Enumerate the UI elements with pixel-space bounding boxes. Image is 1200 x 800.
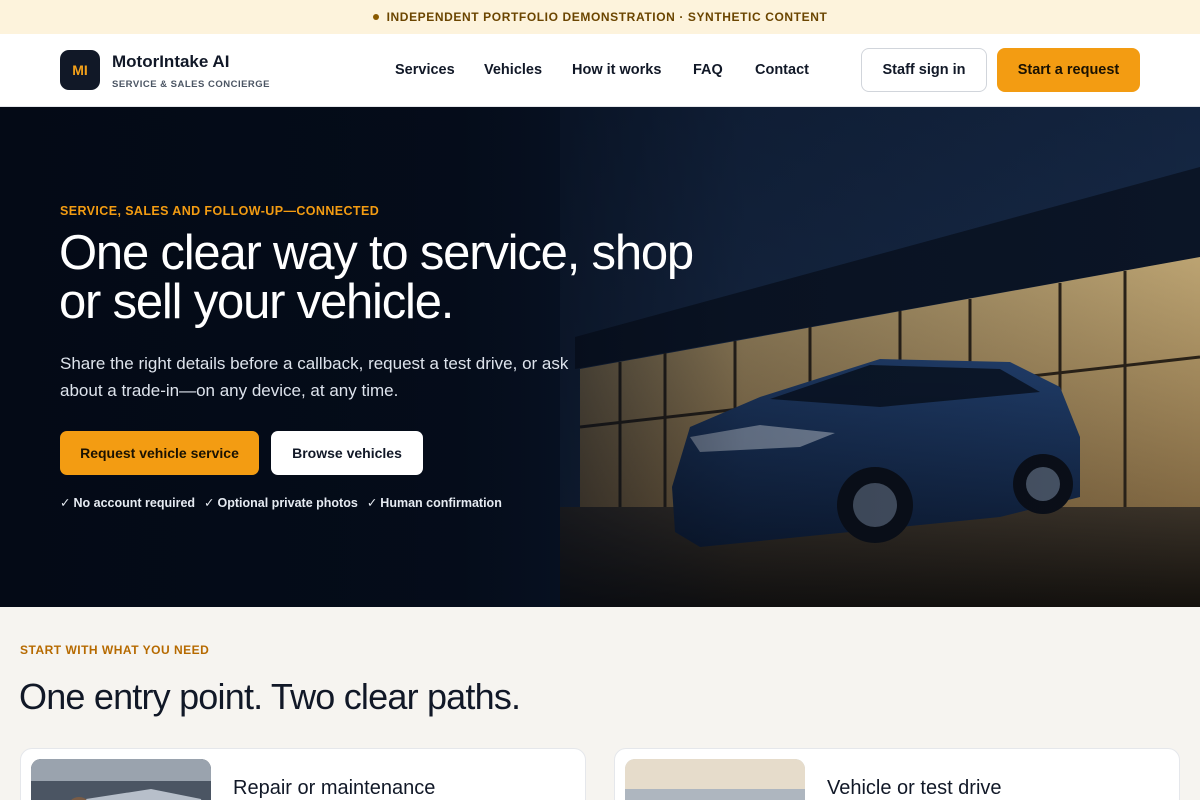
site-header: MI MotorIntake AI SERVICE & SALES CONCIE… <box>0 34 1200 107</box>
banner-text: INDEPENDENT PORTFOLIO DEMONSTRATION · SY… <box>386 10 828 24</box>
vehicle-card[interactable]: Vehicle or test drive <box>614 748 1180 800</box>
start-request-button[interactable]: Start a request <box>997 48 1140 92</box>
brand-name[interactable]: MotorIntake AI <box>112 52 229 72</box>
nav-services[interactable]: Services <box>395 62 455 78</box>
hero-subtitle: Share the right details before a callbac… <box>60 354 569 400</box>
hero-eyebrow: SERVICE, SALES AND FOLLOW-UP—CONNECTED <box>60 204 380 218</box>
nav-vehicles[interactable]: Vehicles <box>484 62 542 78</box>
brand-tagline: SERVICE & SALES CONCIERGE <box>112 79 271 90</box>
demo-banner: INDEPENDENT PORTFOLIO DEMONSTRATION · SY… <box>0 0 1200 34</box>
nav-how-it-works[interactable]: How it works <box>572 62 661 78</box>
check-icon: ✓ <box>204 496 215 510</box>
check-item: ✓ Optional private photos <box>204 496 358 510</box>
bullet-icon <box>372 14 379 20</box>
repair-card[interactable]: Repair or maintenance <box>20 748 586 800</box>
check-icon: ✓ <box>366 496 378 510</box>
hero-section: SERVICE, SALES AND FOLLOW-UP—CONNECTED O… <box>0 107 1200 607</box>
staff-sign-in-button[interactable]: Staff sign in <box>861 48 987 92</box>
nav-contact[interactable]: Contact <box>755 62 809 78</box>
hero-title: One clear way to service, shop or sell y… <box>59 226 694 329</box>
check-item: ✓ No account required <box>60 496 196 510</box>
hero-checklist: ✓ No account required ✓ Optional private p… <box>60 495 502 510</box>
request-service-button[interactable]: Request vehicle service <box>60 431 259 475</box>
section-title: One entry point. Two clear paths. <box>19 676 521 717</box>
brand-logo[interactable]: MI <box>60 50 100 90</box>
repair-thumbnail <box>31 759 211 800</box>
nav-faq[interactable]: FAQ <box>693 62 723 78</box>
check-item: ✓ Human confirmation <box>366 496 502 510</box>
repair-card-title: Repair or maintenance <box>233 777 436 799</box>
vehicle-thumbnail <box>625 759 805 800</box>
browse-vehicles-button[interactable]: Browse vehicles <box>271 431 423 475</box>
check-icon: ✓ <box>60 496 71 510</box>
section-eyebrow: START WITH WHAT YOU NEED <box>20 643 210 657</box>
vehicle-card-title: Vehicle or test drive <box>827 777 1002 799</box>
